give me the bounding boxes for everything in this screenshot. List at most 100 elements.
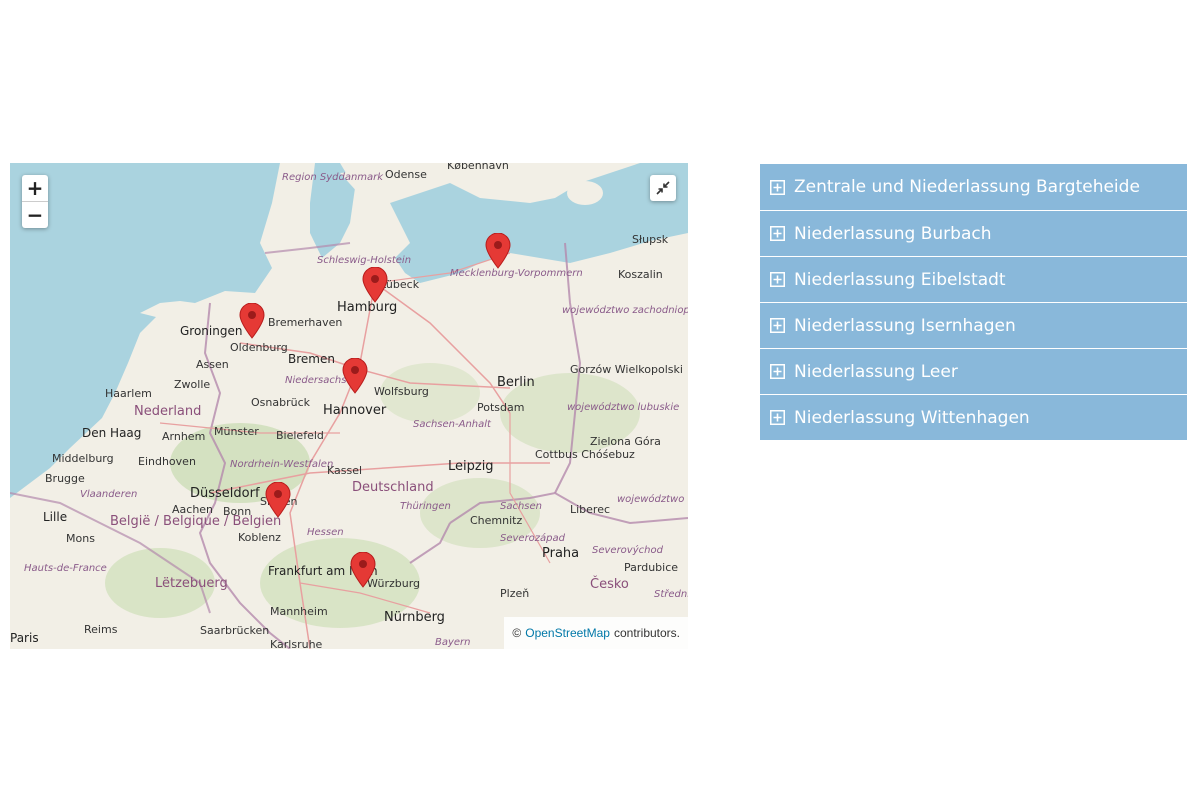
- attribution-prefix: ©: [512, 626, 522, 640]
- openstreetmap-link[interactable]: OpenStreetMap: [525, 626, 610, 640]
- plus-box-icon: [770, 179, 785, 195]
- label-bremen: Bremen: [288, 352, 335, 366]
- label-bremerhaven: Bremerhaven: [268, 316, 342, 329]
- accordion-item-label: Zentrale und Niederlassung Bargteheide: [794, 177, 1140, 197]
- accordion-item-wittenhagen[interactable]: Niederlassung Wittenhagen: [760, 395, 1187, 441]
- label-osnabruck: Osnabrück: [251, 396, 311, 409]
- fullscreen-icon: [656, 181, 670, 195]
- map-container[interactable]: København Region Syddanmark Odense Słups…: [10, 163, 688, 649]
- label-liberec: Liberec: [570, 503, 610, 516]
- label-gorzow: Gorzów Wielkopolski: [570, 363, 683, 376]
- label-kassel: Kassel: [327, 464, 362, 477]
- label-sachsen-anhalt: Sachsen-Anhalt: [413, 419, 492, 430]
- accordion-item-label: Niederlassung Burbach: [794, 223, 992, 244]
- label-sachsen: Sachsen: [500, 501, 542, 512]
- label-praha: Praha: [542, 546, 579, 561]
- accordion-item-label: Niederlassung Isernhagen: [794, 315, 1016, 336]
- plus-box-icon: [770, 364, 785, 379]
- label-vlaanderen: Vlaanderen: [80, 489, 137, 500]
- label-kobenhavn: København: [447, 163, 509, 172]
- map-pin-icon: [350, 552, 376, 588]
- location-accordion: Zentrale und Niederlassung Bargteheide N…: [760, 164, 1187, 441]
- label-bonn: Bonn: [223, 505, 251, 518]
- label-brugge: Brugge: [45, 472, 85, 485]
- label-cottbus: Cottbus Chóśebuz: [535, 448, 635, 461]
- marker-leer[interactable]: [239, 303, 265, 339]
- attribution-suffix: contributors.: [613, 626, 680, 640]
- zoom-in-button[interactable]: +: [22, 175, 48, 201]
- label-hauts-de-france: Hauts-de-France: [24, 563, 107, 574]
- map-tiles[interactable]: København Region Syddanmark Odense Słups…: [10, 163, 688, 649]
- label-plzen: Plzeň: [500, 587, 529, 600]
- marker-eibelstadt[interactable]: [350, 552, 376, 588]
- plus-box-icon: [770, 226, 785, 241]
- label-deutschland: Deutschland: [352, 480, 434, 495]
- label-groningen: Groningen: [180, 324, 242, 338]
- label-stredni: Střední: [654, 588, 688, 600]
- label-belgie: België / Belgique / Belgien: [110, 514, 281, 529]
- label-zielona-gora: Zielona Góra: [590, 435, 661, 448]
- label-thuringen: Thüringen: [400, 501, 451, 512]
- label-severovychod: Severovýchod: [592, 544, 664, 556]
- accordion-item-isernhagen[interactable]: Niederlassung Isernhagen: [760, 303, 1187, 349]
- label-schleswig-holstein: Schleswig-Holstein: [317, 255, 411, 266]
- label-nurnberg: Nürnberg: [384, 610, 445, 625]
- label-zachodniopomorskie: województwo zachodniopomorskie: [562, 304, 688, 316]
- label-koblenz: Koblenz: [238, 531, 281, 544]
- label-hannover: Hannover: [323, 403, 387, 418]
- fullscreen-button[interactable]: [650, 175, 676, 201]
- plus-box-icon: [770, 272, 785, 287]
- label-berlin: Berlin: [497, 375, 535, 390]
- label-paris: Paris: [10, 631, 39, 645]
- label-assen: Assen: [196, 358, 229, 371]
- label-koszalin: Koszalin: [618, 268, 663, 281]
- label-bayern: Bayern: [435, 637, 471, 648]
- label-oldenburg: Oldenburg: [230, 341, 288, 354]
- map-attribution: © OpenStreetMap contributors.: [504, 617, 688, 649]
- map-pin-icon: [485, 233, 511, 269]
- label-lille: Lille: [43, 510, 67, 524]
- label-zwolle: Zwolle: [174, 378, 210, 391]
- label-pardubice: Pardubice: [624, 561, 678, 574]
- map-pin-icon: [342, 358, 368, 394]
- label-letzebuerg: Lëtzebuerg: [155, 576, 228, 591]
- label-dolnoslaskie: województwo dolnośląskie: [617, 493, 688, 505]
- label-munster: Münster: [214, 425, 259, 438]
- zoom-control: + −: [22, 175, 48, 228]
- accordion-item-burbach[interactable]: Niederlassung Burbach: [760, 211, 1187, 257]
- marker-bargteheide[interactable]: [362, 267, 388, 303]
- label-cesko: Česko: [590, 576, 629, 592]
- marker-burbach[interactable]: [265, 482, 291, 518]
- label-chemnitz: Chemnitz: [470, 514, 522, 527]
- plus-box-icon: [770, 318, 785, 333]
- plus-box-icon: [770, 410, 785, 425]
- accordion-item-label: Niederlassung Leer: [794, 361, 958, 382]
- label-saarbrucken: Saarbrücken: [200, 624, 269, 637]
- label-wolfsburg: Wolfsburg: [374, 385, 429, 398]
- label-nederland: Nederland: [134, 404, 201, 419]
- accordion-item-bargteheide[interactable]: Zentrale und Niederlassung Bargteheide: [760, 164, 1187, 211]
- marker-wittenhagen[interactable]: [485, 233, 511, 269]
- label-nrw: Nordrhein-Westfalen: [230, 459, 333, 470]
- accordion-item-label: Niederlassung Wittenhagen: [794, 407, 1030, 428]
- label-reims: Reims: [84, 623, 118, 636]
- map-pin-icon: [362, 267, 388, 303]
- map-pin-icon: [239, 303, 265, 339]
- label-hessen: Hessen: [307, 527, 344, 538]
- marker-isernhagen[interactable]: [342, 358, 368, 394]
- zoom-out-button[interactable]: −: [22, 201, 48, 228]
- accordion-item-leer[interactable]: Niederlassung Leer: [760, 349, 1187, 395]
- label-odense: Odense: [385, 168, 427, 181]
- label-region-syddanmark: Region Syddanmark: [282, 172, 384, 183]
- label-potsdam: Potsdam: [477, 401, 524, 414]
- label-dusseldorf: Düsseldorf: [190, 486, 260, 501]
- label-arnhem: Arnhem: [162, 430, 205, 443]
- label-den-haag: Den Haag: [82, 426, 141, 440]
- map-pin-icon: [265, 482, 291, 518]
- label-mecklenburg: Mecklenburg-Vorpommern: [450, 268, 583, 279]
- label-mons: Mons: [66, 532, 95, 545]
- accordion-item-label: Niederlassung Eibelstadt: [794, 269, 1006, 290]
- accordion-item-eibelstadt[interactable]: Niederlassung Eibelstadt: [760, 257, 1187, 303]
- label-bielefeld: Bielefeld: [276, 429, 324, 442]
- label-severozapad: Severozápad: [500, 532, 566, 544]
